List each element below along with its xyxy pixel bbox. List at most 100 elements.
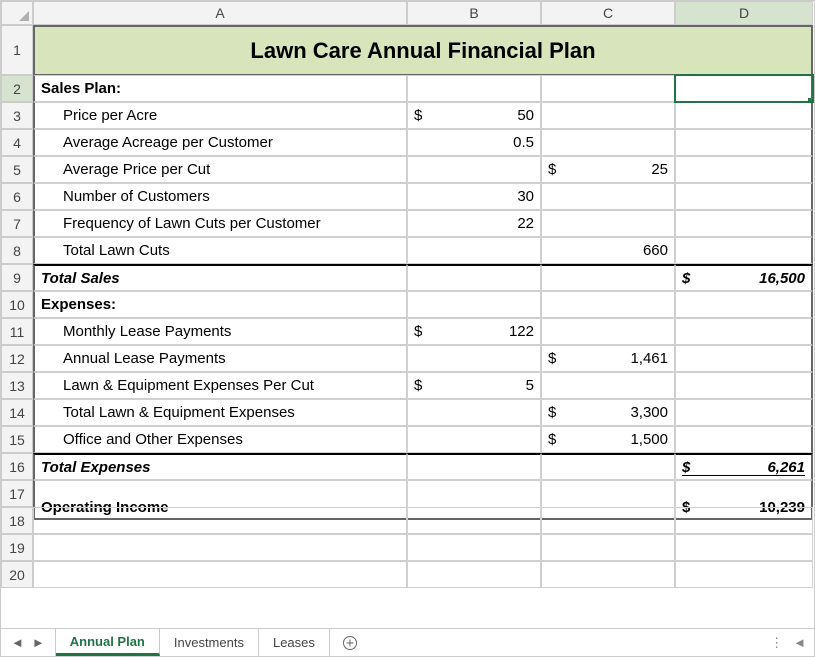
grid[interactable]: A B C D 1 Lawn Care Annual Financial Pla…	[1, 1, 814, 588]
tab-prev-icon[interactable]: ◄	[11, 635, 24, 650]
cell-A16[interactable]: Total Expenses	[33, 453, 407, 480]
cell-A12[interactable]: Annual Lease Payments	[33, 345, 407, 372]
scroll-left-icon[interactable]: ◄	[793, 635, 806, 650]
row-header-16[interactable]: 16	[1, 453, 33, 480]
cell-D4[interactable]	[675, 129, 813, 156]
cell-C11[interactable]	[541, 318, 675, 345]
cell-B9[interactable]	[407, 264, 541, 291]
cell-C8[interactable]: 660	[541, 237, 675, 264]
row-header-19[interactable]: 19	[1, 534, 33, 561]
cell-B19[interactable]	[407, 534, 541, 561]
cell-D10[interactable]	[675, 291, 813, 318]
row-header-10[interactable]: 10	[1, 291, 33, 318]
cell-B4[interactable]: 0.5	[407, 129, 541, 156]
tab-nav-buttons[interactable]: ◄ ►	[1, 629, 56, 656]
cell-B7[interactable]: 22	[407, 210, 541, 237]
cell-A13[interactable]: Lawn & Equipment Expenses Per Cut	[33, 372, 407, 399]
cell-C3[interactable]	[541, 102, 675, 129]
new-sheet-button[interactable]	[330, 629, 370, 656]
cell-D16[interactable]: $6,261	[675, 453, 813, 480]
cell-B12[interactable]	[407, 345, 541, 372]
row-header-11[interactable]: 11	[1, 318, 33, 345]
row-header-1[interactable]: 1	[1, 25, 33, 75]
row-header-15[interactable]: 15	[1, 426, 33, 453]
cell-B3[interactable]: $50	[407, 102, 541, 129]
cell-A9[interactable]: Total Sales	[33, 264, 407, 291]
row-header-3[interactable]: 3	[1, 102, 33, 129]
cell-A3[interactable]: Price per Acre	[33, 102, 407, 129]
cell-D5[interactable]	[675, 156, 813, 183]
cell-C4[interactable]	[541, 129, 675, 156]
cell-C12[interactable]: $1,461	[541, 345, 675, 372]
cell-B14[interactable]	[407, 399, 541, 426]
row-header-7[interactable]: 7	[1, 210, 33, 237]
row-header-20[interactable]: 20	[1, 561, 33, 588]
cell-A14[interactable]: Total Lawn & Equipment Expenses	[33, 399, 407, 426]
cell-A19[interactable]	[33, 534, 407, 561]
col-header-D[interactable]: D	[675, 1, 813, 25]
cell-C18[interactable]	[541, 507, 675, 534]
cell-B10[interactable]	[407, 291, 541, 318]
title-cell[interactable]: Lawn Care Annual Financial Plan	[33, 25, 813, 75]
cell-B13[interactable]: $5	[407, 372, 541, 399]
tab-split-handle-icon[interactable]: ⋮	[770, 635, 783, 651]
cell-B16[interactable]	[407, 453, 541, 480]
cell-B15[interactable]	[407, 426, 541, 453]
row-header-14[interactable]: 14	[1, 399, 33, 426]
cell-D12[interactable]	[675, 345, 813, 372]
row-header-8[interactable]: 8	[1, 237, 33, 264]
sheet-tab-leases[interactable]: Leases	[259, 629, 330, 656]
cell-D2-active[interactable]	[675, 75, 813, 102]
cell-B18[interactable]	[407, 507, 541, 534]
cell-A7[interactable]: Frequency of Lawn Cuts per Customer	[33, 210, 407, 237]
cell-D6[interactable]	[675, 183, 813, 210]
cell-A20[interactable]	[33, 561, 407, 588]
row-header-2[interactable]: 2	[1, 75, 33, 102]
cell-C10[interactable]	[541, 291, 675, 318]
cell-D7[interactable]	[675, 210, 813, 237]
tab-next-icon[interactable]: ►	[32, 635, 45, 650]
row-header-18[interactable]: 18	[1, 507, 33, 534]
cell-A18[interactable]	[33, 507, 407, 534]
cell-C2[interactable]	[541, 75, 675, 102]
row-header-13[interactable]: 13	[1, 372, 33, 399]
col-header-B[interactable]: B	[407, 1, 541, 25]
cell-B6[interactable]: 30	[407, 183, 541, 210]
cell-C13[interactable]	[541, 372, 675, 399]
select-all-corner[interactable]	[1, 1, 33, 25]
cell-D8[interactable]	[675, 237, 813, 264]
cell-A6[interactable]: Number of Customers	[33, 183, 407, 210]
cell-D19[interactable]	[675, 534, 813, 561]
row-header-12[interactable]: 12	[1, 345, 33, 372]
cell-C20[interactable]	[541, 561, 675, 588]
cell-D9[interactable]: $16,500	[675, 264, 813, 291]
cell-A5[interactable]: Average Price per Cut	[33, 156, 407, 183]
cell-D18[interactable]	[675, 507, 813, 534]
cell-D13[interactable]	[675, 372, 813, 399]
sheet-tab-annual-plan[interactable]: Annual Plan	[56, 629, 160, 656]
cell-C16[interactable]	[541, 453, 675, 480]
cell-B2[interactable]	[407, 75, 541, 102]
cell-C5[interactable]: $25	[541, 156, 675, 183]
cell-A2[interactable]: Sales Plan:	[33, 75, 407, 102]
cell-C7[interactable]	[541, 210, 675, 237]
cell-D11[interactable]	[675, 318, 813, 345]
cell-C15[interactable]: $1,500	[541, 426, 675, 453]
row-header-4[interactable]: 4	[1, 129, 33, 156]
row-header-6[interactable]: 6	[1, 183, 33, 210]
cell-A11[interactable]: Monthly Lease Payments	[33, 318, 407, 345]
cell-C6[interactable]	[541, 183, 675, 210]
cell-B20[interactable]	[407, 561, 541, 588]
cell-C9[interactable]	[541, 264, 675, 291]
cell-C14[interactable]: $3,300	[541, 399, 675, 426]
cell-D20[interactable]	[675, 561, 813, 588]
cell-D15[interactable]	[675, 426, 813, 453]
cell-A8[interactable]: Total Lawn Cuts	[33, 237, 407, 264]
row-header-5[interactable]: 5	[1, 156, 33, 183]
cell-A15[interactable]: Office and Other Expenses	[33, 426, 407, 453]
cell-A4[interactable]: Average Acreage per Customer	[33, 129, 407, 156]
col-header-A[interactable]: A	[33, 1, 407, 25]
cell-B8[interactable]	[407, 237, 541, 264]
row-header-17[interactable]: 17	[1, 480, 33, 507]
cell-C19[interactable]	[541, 534, 675, 561]
